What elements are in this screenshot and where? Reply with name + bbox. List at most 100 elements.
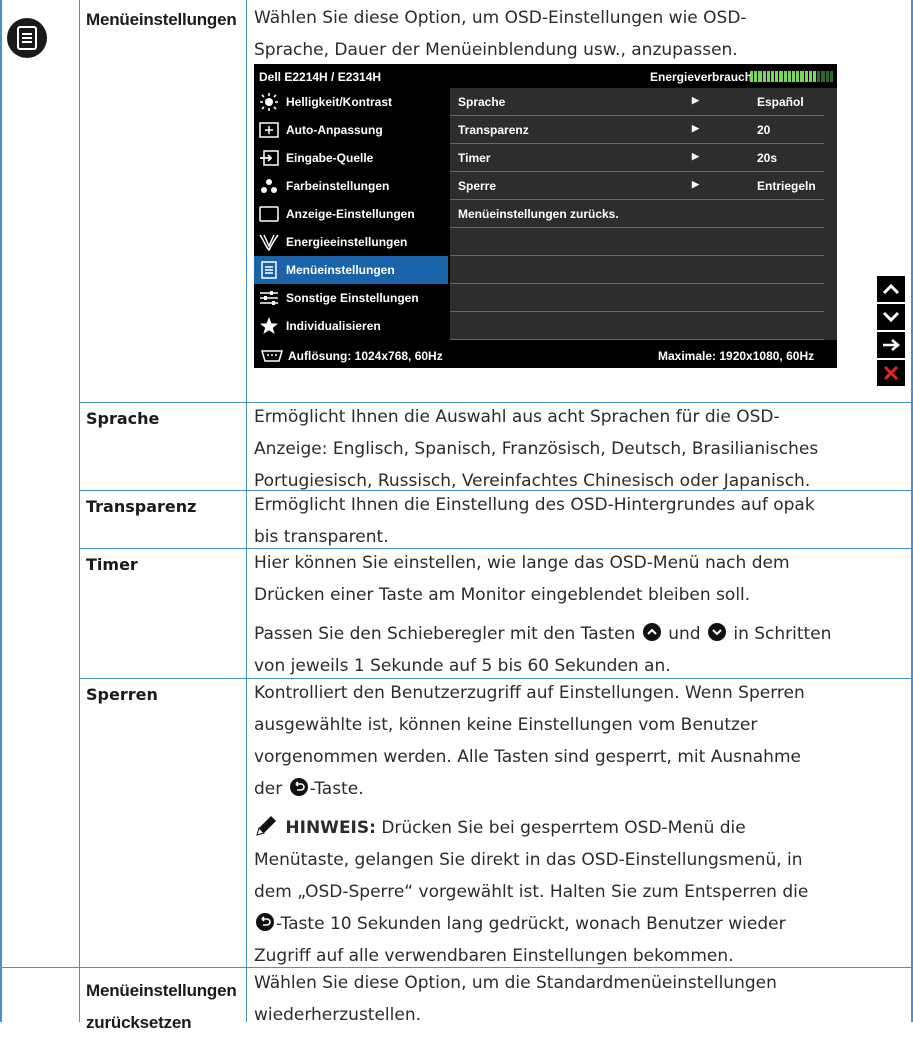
osd-row-arrow: ▶: [692, 123, 699, 133]
energy-bar-segment: [804, 71, 808, 82]
osd-footer: Auflösung: 1024x768, 60Hz Maximale: 1920…: [254, 342, 837, 368]
energy-bar-segment: [796, 71, 800, 82]
energy-bar-segment: [825, 71, 829, 82]
close-icon: [883, 365, 899, 381]
osd-row-value: 20: [757, 123, 771, 137]
osd-menu-item-label: Auto-Anpassung: [286, 123, 383, 137]
osd-row-name: Sperre: [458, 179, 497, 193]
desc-line: Kontrolliert den Benutzerzugriff auf Ein…: [254, 683, 805, 703]
energy-bar-segment: [758, 71, 762, 82]
up-arrow-button[interactable]: [877, 276, 905, 302]
desc-text: und: [668, 624, 701, 644]
osd-submenu-row[interactable]: Menüeinstellungen zurücks.: [450, 200, 824, 228]
desc-line: -Taste 10 Sekunden lang gedrückt, wonach…: [254, 908, 808, 940]
osd-submenu-row[interactable]: [450, 284, 824, 312]
osd-menu-item-label: Menüeinstellungen: [286, 263, 395, 277]
up-button-icon: [642, 623, 661, 641]
arrow-right-icon: [883, 339, 901, 351]
energy-bar-segment: [762, 71, 766, 82]
chevron-up-icon: [882, 283, 900, 295]
osd-submenu: Sprache ▶ Español Transparenz ▶ 20 Timer ▶ 20s Sp…: [450, 88, 837, 340]
desc-text: -Taste 10 Sekunden lang gedrückt, wonach…: [276, 914, 786, 934]
desc-line: Wählen Sie diese Option, um OSD-Einstell…: [254, 8, 747, 28]
timer-label: Timer: [86, 555, 138, 574]
osd-submenu-row[interactable]: Transparenz ▶ 20: [450, 116, 824, 144]
lock-description: Kontrolliert den Benutzerzugriff auf Ein…: [254, 677, 805, 805]
osd-menu-item[interactable]: Farbeinstellungen: [254, 172, 448, 200]
back-button-icon: [289, 778, 308, 796]
osd-resolution: Auflösung: 1024x768, 60Hz: [288, 349, 443, 363]
osd-row-arrow: ▶: [692, 95, 699, 105]
osd-submenu-row[interactable]: [450, 256, 824, 284]
desc-line: der -Taste.: [254, 773, 805, 805]
osd-menu-item[interactable]: Sonstige Einstellungen: [254, 284, 448, 312]
osd-submenu-row[interactable]: [450, 312, 824, 340]
osd-submenu-row[interactable]: Timer ▶ 20s: [450, 144, 824, 172]
grid-col-label: [246, 0, 247, 1022]
osd-menu-item[interactable]: Helligkeit/Kontrast: [254, 88, 448, 116]
energy-bar-segment: [821, 71, 825, 82]
back-button-icon: [256, 913, 274, 931]
osd-max-resolution: Maximale: 1920x1080, 60Hz: [658, 349, 815, 363]
energy-bar-segment: [750, 71, 754, 82]
osd-row-name: Timer: [458, 151, 491, 165]
osd-row-value: 20s: [757, 151, 778, 165]
desc-line: Menütaste, gelangen Sie direkt in das OS…: [254, 850, 803, 870]
menu-settings-label: Menüeinstellungen: [86, 10, 237, 29]
reset-label-line: Menüeinstellungen: [86, 981, 237, 1000]
timer-description: Hier können Sie einstellen, wie lange da…: [254, 547, 790, 611]
osd-row-arrow: ▶: [692, 151, 699, 161]
osd-row-name: Menüeinstellungen zurücks.: [458, 207, 619, 221]
osd-menu-item[interactable]: Energieeinstellungen: [254, 228, 448, 256]
reset-description: Wählen Sie diese Option, um die Standard…: [254, 967, 777, 1031]
desc-line: Drücken einer Taste am Monitor eingeblen…: [254, 585, 751, 605]
exit-button[interactable]: [877, 360, 905, 386]
osd-row-value: Español: [757, 95, 804, 109]
energy-bar-segment: [783, 71, 787, 82]
energy-bar-segment: [829, 71, 834, 82]
display-icon: [258, 205, 280, 223]
desc-line: ausgewählte ist, können keine Einstellun…: [254, 715, 758, 735]
osd-menu-item-label: Helligkeit/Kontrast: [286, 95, 393, 109]
note-label: HINWEIS:: [285, 818, 376, 838]
desc-line: HINWEIS: Drücken Sie bei gesperrtem OSD-…: [254, 812, 808, 844]
other-settings-icon: [258, 289, 280, 307]
osd-menu-item[interactable]: Menüeinstellungen: [254, 256, 448, 284]
desc-line: Ermöglicht Ihnen die Auswahl aus acht Sp…: [254, 407, 780, 427]
energy-bar-segment: [813, 71, 817, 82]
osd-menu-item[interactable]: Eingabe-Quelle: [254, 144, 448, 172]
star-icon: [258, 317, 280, 335]
osd-menu-item[interactable]: Anzeige-Einstellungen: [254, 200, 448, 228]
chevron-down-icon: [882, 311, 900, 323]
osd-menu-item-label: Eingabe-Quelle: [286, 151, 374, 165]
desc-text: -Taste.: [309, 779, 364, 799]
desc-text: der: [254, 779, 283, 799]
desc-line: dem „OSD-Sperre“ vorgewählt ist. Halten …: [254, 882, 809, 902]
grid-left-border: [0, 0, 2, 1022]
energy-bar-segment: [775, 71, 779, 82]
energy-bar-segment: [766, 71, 771, 82]
desc-line: vorgenommen werden. Alle Tasten sind ges…: [254, 747, 801, 767]
osd-menu-item[interactable]: Auto-Anpassung: [254, 116, 448, 144]
desc-line: wiederherzustellen.: [254, 1005, 422, 1025]
osd-submenu-row[interactable]: Sperre ▶ Entriegeln: [450, 172, 824, 200]
input-source-icon: [258, 149, 280, 167]
energy-bar-segment: [800, 71, 804, 82]
desc-line: Passen Sie den Schieberegler mit den Tas…: [254, 618, 831, 650]
reset-label-line: zurücksetzen: [86, 1013, 192, 1032]
desc-text: Drücken Sie bei gesperrtem OSD-Menü die: [381, 818, 746, 838]
down-arrow-button[interactable]: [877, 304, 905, 330]
energy-bar-segment: [754, 71, 758, 82]
energy-bar-segment: [787, 71, 792, 82]
osd-menu-item[interactable]: Individualisieren: [254, 312, 448, 340]
osd-menu-item-label: Farbeinstellungen: [286, 179, 390, 193]
osd-menu-item-label: Anzeige-Einstellungen: [286, 207, 415, 221]
brightness-icon: [258, 93, 280, 111]
osd-menu-item-label: Sonstige Einstellungen: [286, 291, 419, 305]
enter-arrow-button[interactable]: [877, 332, 905, 358]
osd-submenu-row[interactable]: Sprache ▶ Español: [450, 88, 824, 116]
desc-line: Sprache, Dauer der Menüeinblendung usw.,…: [254, 40, 738, 60]
menu-icon: [258, 261, 280, 279]
osd-submenu-row[interactable]: [450, 228, 824, 256]
down-button-icon: [707, 623, 726, 641]
